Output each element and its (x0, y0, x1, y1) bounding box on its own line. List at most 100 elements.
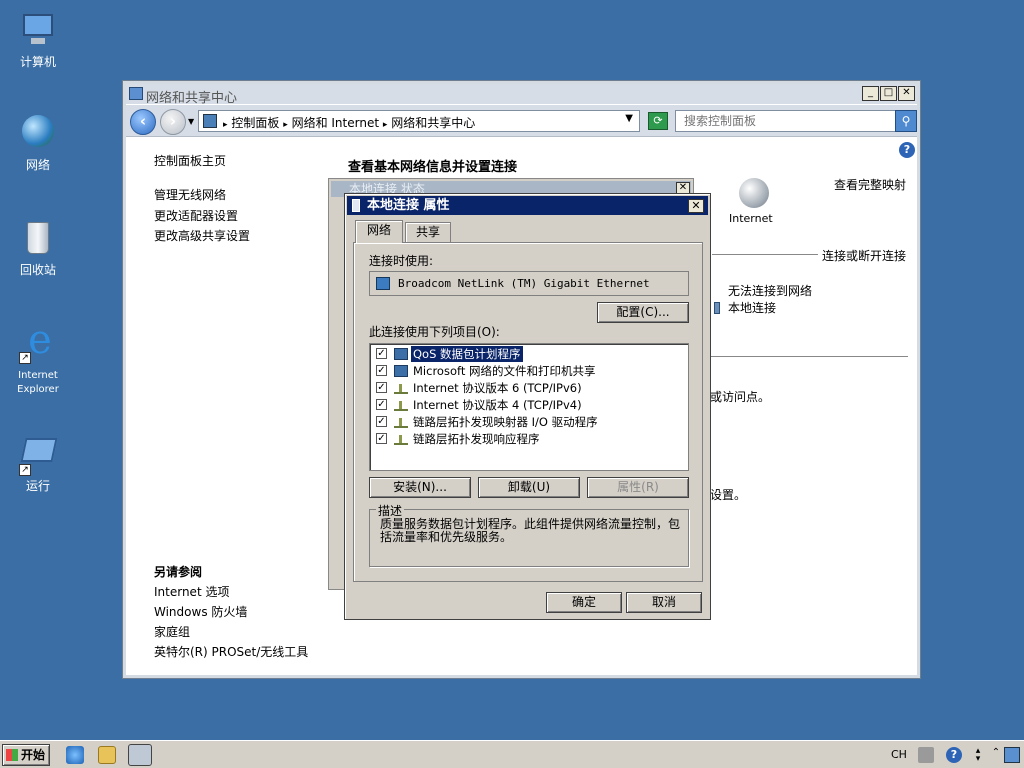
shortcut-arrow-icon: ↗ (19, 352, 31, 364)
list-item-label: 链路层拓扑发现响应程序 (413, 432, 540, 446)
control-panel-icon (203, 114, 217, 128)
no-network-text: 无法连接到网络 (728, 284, 813, 298)
protocol-icon (394, 416, 408, 428)
maximize-button[interactable]: □ (880, 86, 897, 101)
item-checkbox[interactable]: ✓ (376, 433, 387, 444)
breadcrumb-control-panel[interactable]: 控制面板 (231, 116, 279, 130)
protocol-icon (394, 433, 408, 445)
desktop-icon-computer[interactable]: 计算机 (8, 10, 68, 69)
desktop-icon-recycle-bin[interactable]: 回收站 (8, 218, 68, 277)
recent-pages-dropdown[interactable]: ▼ (188, 117, 194, 126)
computer-icon (17, 10, 59, 52)
ie-quicklaunch-icon[interactable] (66, 746, 84, 764)
network-component-icon (394, 365, 408, 377)
page-title: 查看基本网络信息并设置连接 (348, 160, 518, 175)
desktop-icon-ie[interactable]: e ↗ Internet Explorer (8, 320, 68, 396)
list-item-label: Microsoft 网络的文件和打印机共享 (413, 364, 596, 378)
view-full-map-link[interactable]: 查看完整映射 (834, 176, 906, 193)
install-button[interactable]: 安装(N)... (369, 477, 471, 498)
sidebar-control-panel-home[interactable]: 控制面板主页 (154, 152, 226, 169)
see-also-heading: 另请参阅 (154, 565, 203, 579)
window-title: 网络和共享中心 (146, 91, 238, 106)
network-tray-icon[interactable] (1004, 747, 1020, 763)
desktop-icon-network[interactable]: 网络 (8, 113, 68, 172)
properties-dialog-title: 本地连接 属性 (367, 198, 450, 213)
window-titlebar[interactable]: 网络和共享中心 _ □ ✕ (126, 84, 917, 106)
description-text: 质量服务数据包计划程序。此组件提供网络流量控制，包括流量率和优先级服务。 (380, 517, 681, 544)
cancel-button[interactable]: 取消 (626, 592, 702, 613)
search-input[interactable] (680, 113, 888, 129)
explorer-folder-icon[interactable] (98, 746, 116, 764)
ok-button[interactable]: 确定 (546, 592, 622, 613)
language-indicator[interactable]: CH (891, 748, 907, 761)
adapter-field: Broadcom NetLink (TM) Gigabit Ethernet (369, 271, 689, 296)
shortcut-arrow-icon: ↗ (19, 464, 31, 476)
uninstall-button[interactable]: 卸载(U) (478, 477, 580, 498)
help-icon[interactable]: ? (899, 142, 915, 158)
refresh-icon[interactable]: ⟳ (648, 112, 668, 130)
minimize-button[interactable]: _ (862, 86, 879, 101)
sidebar-manage-wireless[interactable]: 管理无线网络 (154, 186, 226, 203)
adapter-name: Broadcom NetLink (TM) Gigabit Ethernet (398, 277, 650, 290)
internet-label: Internet (729, 212, 773, 225)
tab-network[interactable]: 网络 (355, 220, 403, 243)
network-center-taskbar-button[interactable] (128, 744, 152, 766)
options-icon[interactable]: ▴ ▾ (970, 747, 986, 764)
network-center-icon (129, 87, 143, 100)
properties-dialog-close-button[interactable]: ✕ (688, 199, 704, 213)
tab-sharing[interactable]: 共享 (405, 222, 451, 242)
breadcrumb-network-internet[interactable]: 网络和 Internet (292, 116, 379, 130)
close-button[interactable]: ✕ (898, 86, 915, 101)
list-item-label: Internet 协议版本 6 (TCP/IPv6) (413, 381, 582, 395)
network-globe-icon (17, 113, 59, 155)
windows-flag-icon (6, 749, 18, 761)
items-listbox[interactable]: ✓ QoS 数据包计划程序 ✓ Microsoft 网络的文件和打印机共享 ✓ … (369, 343, 689, 471)
forward-button[interactable]: › (160, 109, 186, 135)
search-field[interactable]: ⚲ (675, 110, 917, 132)
search-icon[interactable]: ⚲ (895, 110, 917, 132)
desktop-icon-label: 计算机 (19, 55, 56, 69)
chevron-up-icon[interactable]: ⌃ (988, 747, 1004, 763)
start-button[interactable]: 开始 (2, 744, 50, 766)
desktop-icon-label: 运行 (25, 479, 50, 493)
ie-icon: e ↗ (17, 320, 59, 364)
desktop-icon-label: 回收站 (19, 263, 56, 277)
see-also-homegroup[interactable]: 家庭组 (154, 623, 190, 640)
item-checkbox[interactable]: ✓ (376, 416, 387, 427)
back-button[interactable]: ‹ (130, 109, 156, 135)
help-icon[interactable]: ? (946, 747, 962, 763)
item-checkbox[interactable]: ✓ (376, 382, 387, 393)
divider (710, 356, 908, 357)
divider (712, 254, 818, 255)
breadcrumb-network-sharing-center[interactable]: 网络和共享中心 (391, 116, 475, 130)
keyboard-icon[interactable] (918, 747, 934, 763)
configure-button[interactable]: 配置(C)... (597, 302, 689, 323)
internet-globe-icon (739, 178, 769, 208)
connect-disconnect-link[interactable]: 连接或断开连接 (822, 247, 906, 264)
local-connection-link[interactable]: 本地连接 (728, 299, 776, 316)
desktop-icon-run[interactable]: ↗ 运行 (8, 434, 68, 493)
task-text-fragment: 设置。 (710, 488, 747, 502)
lan-connection-icon (714, 302, 720, 314)
protocol-icon (394, 382, 408, 394)
lan-connection-icon (352, 199, 360, 212)
see-also-intel-proset[interactable]: 英特尔(R) PROSet/无线工具 (154, 643, 308, 660)
item-checkbox[interactable]: ✓ (376, 365, 387, 376)
see-also-internet-options[interactable]: Internet 选项 (154, 583, 229, 600)
item-checkbox[interactable]: ✓ (376, 399, 387, 410)
sidebar-change-sharing[interactable]: 更改高级共享设置 (154, 227, 250, 244)
desktop-icon-label: Internet Explorer (17, 370, 59, 395)
desktop-icon-label: 网络 (25, 158, 50, 172)
item-checkbox[interactable]: ✓ (376, 348, 387, 359)
sidebar-change-adapter[interactable]: 更改适配器设置 (154, 207, 238, 224)
properties-button[interactable]: 属性(R) (587, 477, 689, 498)
start-label: 开始 (21, 748, 46, 762)
address-toolbar: ‹ › ▼ ▸ 控制面板 ▸ 网络和 Internet ▸ 网络和共享中心 ▼ … (126, 105, 917, 137)
see-also-windows-firewall[interactable]: Windows 防火墙 (154, 603, 247, 620)
local-connection-properties-dialog: 本地连接 属性 ✕ 网络 共享 连接时使用: Broadcom NetLink … (344, 193, 711, 620)
breadcrumb-sep: ▸ (223, 120, 228, 130)
network-tab-panel: 连接时使用: Broadcom NetLink (TM) Gigabit Eth… (353, 242, 703, 582)
properties-dialog-titlebar[interactable]: 本地连接 属性 ✕ (347, 196, 708, 215)
address-bar[interactable]: ▸ 控制面板 ▸ 网络和 Internet ▸ 网络和共享中心 ▼ (198, 110, 640, 132)
address-dropdown[interactable]: ▼ (625, 113, 633, 124)
